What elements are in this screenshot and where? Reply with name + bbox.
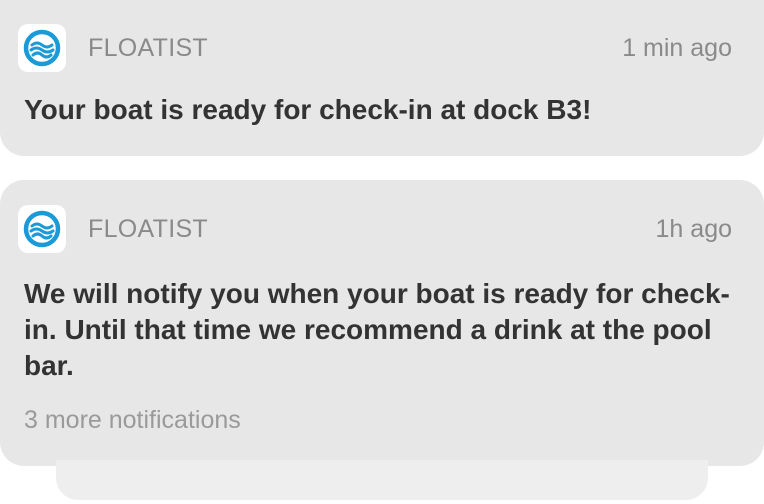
app-name: FLOATIST [88,214,209,243]
notification-message: Your boat is ready for check-in at dock … [24,94,592,125]
lifebuoy-waves-icon [23,210,61,248]
stacked-notifications-edge [56,460,708,500]
notification-stack: FLOATIST 1 min ago Your boat is ready fo… [0,0,764,504]
notification-card-check-in-info[interactable]: FLOATIST 1h ago We will notify you when … [0,180,764,466]
notification-header: FLOATIST 1h ago [18,204,732,254]
app-name: FLOATIST [88,33,209,62]
floatist-app-icon [18,24,66,72]
floatist-app-icon [18,205,66,253]
lifebuoy-waves-icon [23,29,61,67]
notification-time: 1 min ago [622,33,732,62]
notification-message: We will notify you when your boat is rea… [24,278,730,381]
more-notifications-link[interactable]: 3 more notifications [24,406,241,435]
notification-time: 1h ago [655,214,732,243]
notification-card-boat-ready[interactable]: FLOATIST 1 min ago Your boat is ready fo… [0,0,764,156]
notification-header: FLOATIST 1 min ago [18,23,732,73]
